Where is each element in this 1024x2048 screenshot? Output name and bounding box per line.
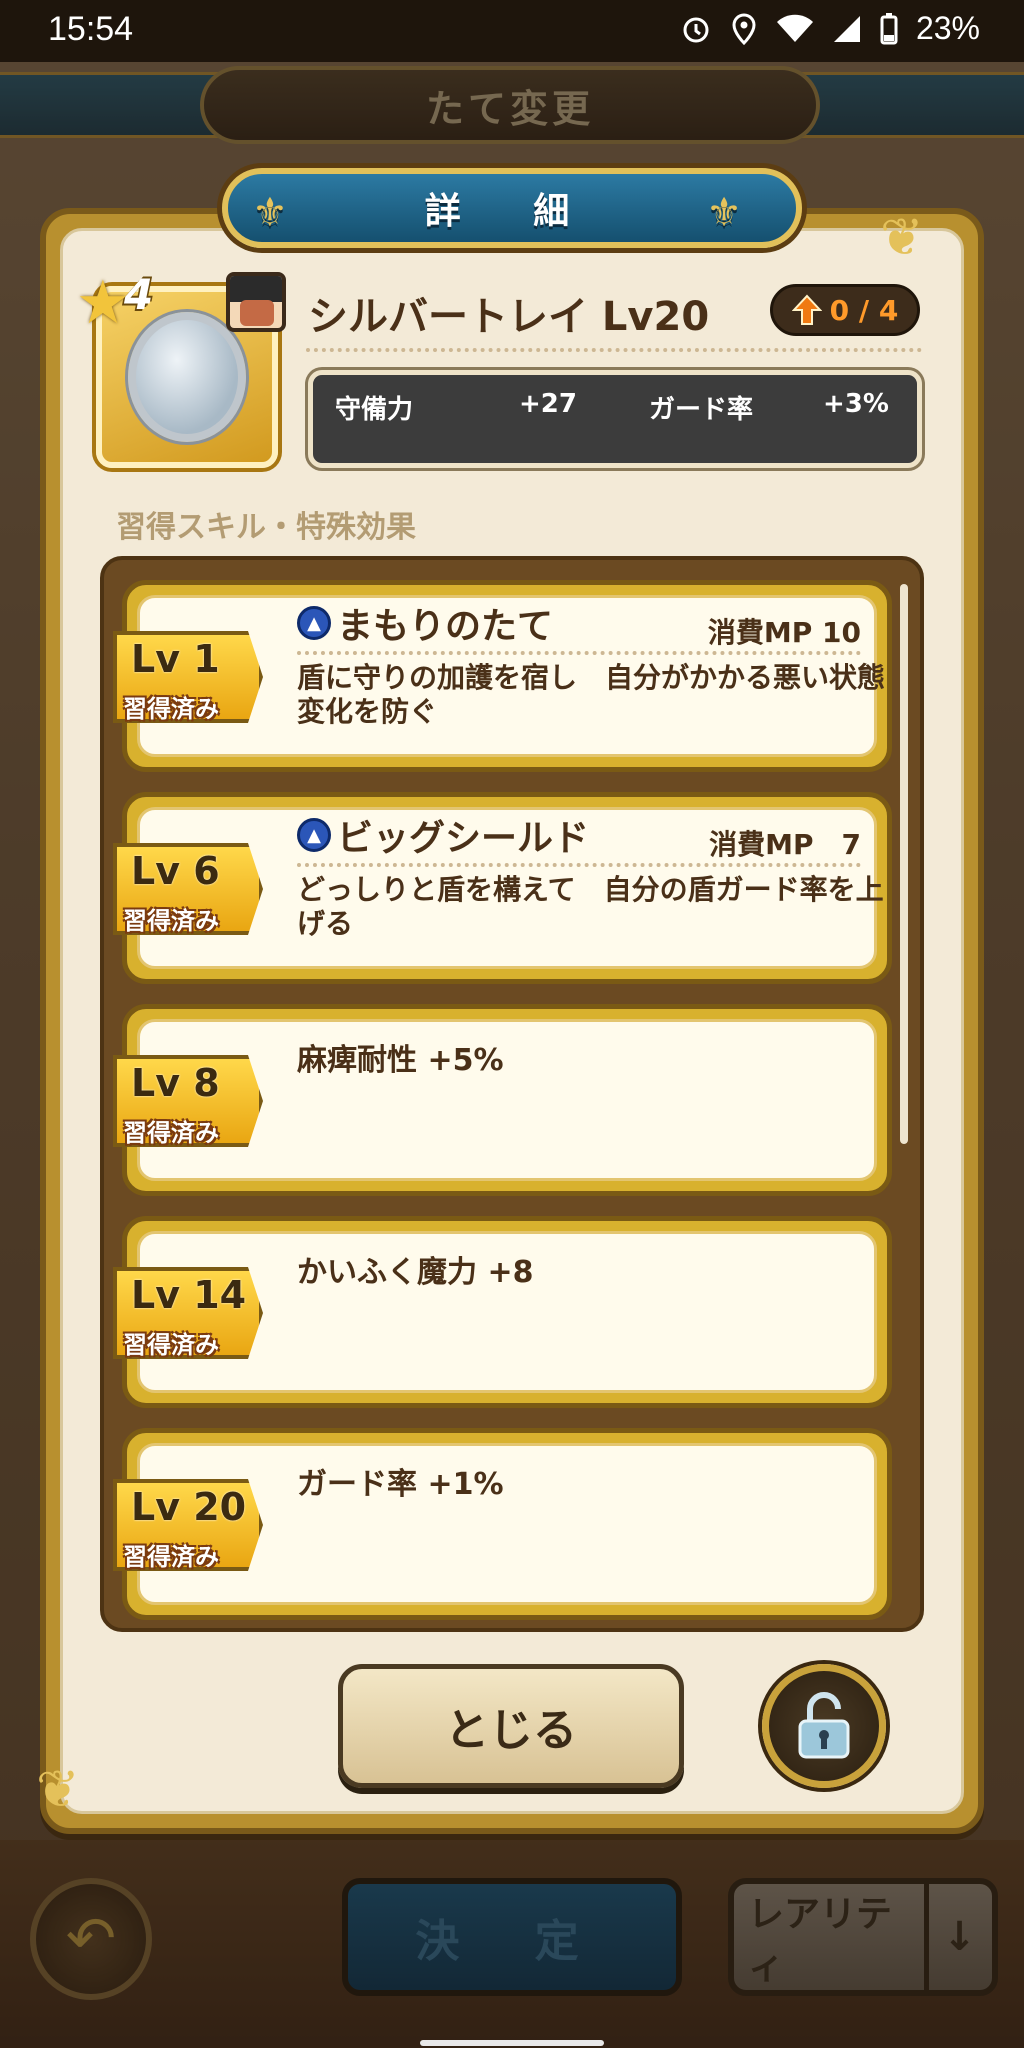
shield-skill-icon: ▲ <box>297 818 331 852</box>
close-button[interactable]: とじる <box>338 1664 684 1788</box>
signal-icon <box>832 14 862 44</box>
level-tag: Lv 14 習得済み <box>113 1267 263 1359</box>
divider <box>297 863 861 867</box>
dialog-title: ⚜ 詳 細 ⚜ <box>222 168 802 248</box>
skill-name: ▲ ビッグシールド <box>297 809 589 861</box>
level-number: Lv 1 <box>131 637 220 681</box>
learned-status: 習得済み <box>123 1331 219 1359</box>
corner-ornament-icon: ❦ <box>36 1760 80 1820</box>
status-bar: 15:54 23% <box>0 0 1024 62</box>
battery-icon <box>880 12 898 45</box>
section-label: 習得スキル・特殊効果 <box>116 510 416 545</box>
star-rank: 4 <box>124 270 154 319</box>
shield-skill-icon: ▲ <box>297 606 331 640</box>
up-arrow-icon <box>791 294 822 325</box>
star-icon: ★ <box>76 268 130 338</box>
skill-card: Lv 1 習得済み ▲ まもりのたて 消費MP 10 盾に守りの加護を宿し 自分… <box>113 580 892 772</box>
fleur-icon: ⚜ <box>706 190 772 236</box>
dialog-title-text: 詳 細 <box>424 191 600 232</box>
lock-button[interactable] <box>762 1664 886 1788</box>
mp-cost: 消費MP 10 <box>707 616 861 649</box>
corner-ornament-icon: ❦ <box>880 208 924 268</box>
stat-value-guard: +3% <box>823 389 889 419</box>
level-number: Lv 20 <box>131 1485 247 1529</box>
stat-box: 守備力 +27 ガード率 +3% <box>308 370 922 468</box>
effect-text: かいふく魔力 +8 <box>297 1255 534 1290</box>
fleur-icon: ⚜ <box>252 190 318 236</box>
status-icons: 23% <box>680 10 980 47</box>
upgrade-count: 0 / 4 <box>829 293 899 327</box>
item-name: シルバートレイ Lv20 <box>308 294 710 340</box>
level-tag: Lv 8 習得済み <box>113 1055 263 1147</box>
effect-card: Lv 8 習得済み 麻痺耐性 +5% <box>113 1004 892 1196</box>
level-tag: Lv 20 習得済み <box>113 1479 263 1571</box>
divider <box>297 651 861 655</box>
unlocked-padlock-icon <box>798 1692 850 1759</box>
divider <box>306 348 922 352</box>
upgrade-count-badge: 0 / 4 <box>770 284 920 336</box>
skill-name: ▲ まもりのたて <box>297 597 553 649</box>
character-avatar <box>226 272 286 332</box>
stat-label-guard: ガード率 <box>649 395 754 425</box>
stat-value-defense: +27 <box>519 389 577 419</box>
silver-tray-icon <box>128 312 246 442</box>
mp-cost: 消費MP 7 <box>709 828 861 861</box>
learned-status: 習得済み <box>123 1119 219 1147</box>
skill-description: どっしりと盾を構えて 自分の盾ガード率を上げる <box>297 873 884 940</box>
level-number: Lv 6 <box>131 849 220 893</box>
level-number: Lv 8 <box>131 1061 220 1105</box>
skill-description: 盾に守りの加護を宿し 自分がかかる悪い状態変化を防ぐ <box>297 661 886 728</box>
effect-text: ガード率 +1% <box>297 1467 504 1502</box>
level-tag: Lv 6 習得済み <box>113 843 263 935</box>
skill-card: Lv 6 習得済み ▲ ビッグシールド 消費MP 7 どっしりと盾を構えて 自分… <box>113 792 892 984</box>
skill-list[interactable]: Lv 1 習得済み ▲ まもりのたて 消費MP 10 盾に守りの加護を宿し 自分… <box>100 556 924 1632</box>
learned-status: 習得済み <box>123 907 219 935</box>
level-number: Lv 14 <box>131 1273 247 1317</box>
home-indicator[interactable] <box>420 2040 604 2046</box>
level-tag: Lv 1 習得済み <box>113 631 263 723</box>
effect-card: Lv 20 習得済み ガード率 +1% <box>113 1428 892 1620</box>
effect-card: Lv 14 習得済み かいふく魔力 +8 <box>113 1216 892 1408</box>
learned-status: 習得済み <box>123 1543 219 1571</box>
stat-label-defense: 守備力 <box>335 395 414 425</box>
status-time: 15:54 <box>48 10 134 48</box>
scrollbar[interactable] <box>900 584 908 1144</box>
location-icon <box>730 12 758 45</box>
learned-status: 習得済み <box>123 695 219 723</box>
wifi-icon <box>776 14 814 44</box>
effect-text: 麻痺耐性 +5% <box>297 1043 504 1078</box>
battery-percent: 23% <box>915 10 980 46</box>
alarm-icon <box>680 13 712 45</box>
